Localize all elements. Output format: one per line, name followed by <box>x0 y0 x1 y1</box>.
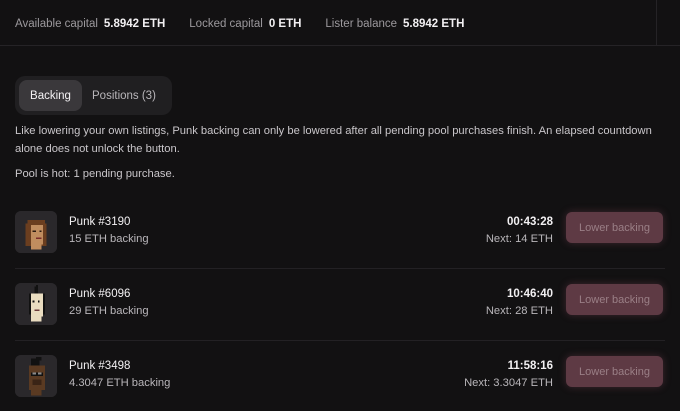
punk-avatar <box>15 211 57 253</box>
countdown-timer: 11:58:16 <box>507 360 553 372</box>
locked-capital-value: 0 ETH <box>268 18 302 30</box>
lower-backing-button[interactable]: Lower backing <box>566 284 663 315</box>
lister-balance-stat: Lister balance 5.8942 ETH <box>325 18 464 30</box>
locked-capital-label: Locked capital <box>189 18 263 30</box>
next-backing: Next: 28 ETH <box>485 305 553 317</box>
list-item: Punk #6096 29 ETH backing 10:46:40 Next:… <box>15 282 665 326</box>
available-capital-value: 5.8942 ETH <box>103 18 166 30</box>
lower-backing-button[interactable]: Lower backing <box>566 212 663 243</box>
panel-edge <box>656 0 657 46</box>
countdown-timer: 00:43:28 <box>506 216 553 228</box>
punk-backing: 29 ETH backing <box>69 305 149 317</box>
lister-balance-label: Lister balance <box>325 18 398 30</box>
available-capital-label: Available capital <box>15 18 98 30</box>
row-divider <box>15 340 665 341</box>
available-capital-stat: Available capital 5.8942 ETH <box>15 18 165 30</box>
header-divider <box>0 45 680 46</box>
punk-name: Punk #3498 <box>69 360 131 372</box>
tab-positions[interactable]: Positions (3) <box>82 80 166 111</box>
list-item: Punk #3498 4.3047 ETH backing 11:58:16 N… <box>15 354 665 398</box>
locked-capital-stat: Locked capital 0 ETH <box>189 18 301 30</box>
next-backing: Next: 14 ETH <box>485 233 553 245</box>
next-backing: Next: 3.3047 ETH <box>464 377 553 389</box>
capital-stats: Available capital 5.8942 ETH Locked capi… <box>15 18 488 30</box>
lister-balance-value: 5.8942 ETH <box>403 18 465 30</box>
pool-status: Pool is hot: 1 pending purchase. <box>15 168 175 180</box>
punk-avatar <box>15 355 57 397</box>
punk-name: Punk #3190 <box>69 216 131 228</box>
punk-backing: 4.3047 ETH backing <box>69 377 171 389</box>
punk-name: Punk #6096 <box>69 288 131 300</box>
backing-description: Like lowering your own listings, Punk ba… <box>15 125 652 155</box>
tab-backing[interactable]: Backing <box>19 80 82 111</box>
punk-avatar <box>15 283 57 325</box>
list-item: Punk #3190 15 ETH backing 00:43:28 Next:… <box>15 210 665 254</box>
page: Available capital 5.8942 ETH Locked capi… <box>0 0 680 411</box>
lower-backing-button[interactable]: Lower backing <box>566 356 663 387</box>
row-divider <box>15 268 665 269</box>
tab-bar: Backing Positions (3) <box>15 76 172 115</box>
countdown-timer: 10:46:40 <box>506 288 553 300</box>
punk-backing: 15 ETH backing <box>69 233 149 245</box>
